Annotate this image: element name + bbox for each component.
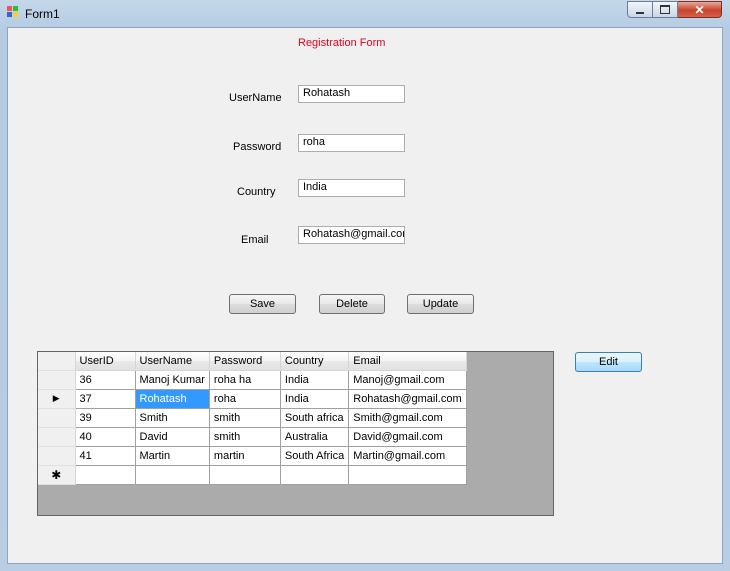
cell-country[interactable]: India bbox=[280, 370, 350, 390]
cell-email-new[interactable] bbox=[348, 465, 467, 485]
cell-userid[interactable]: 40 bbox=[75, 427, 136, 447]
cell-password[interactable]: smith bbox=[209, 408, 281, 428]
cell-userid[interactable]: 41 bbox=[75, 446, 136, 466]
cell-username[interactable]: Smith bbox=[135, 408, 210, 428]
application-window: Form1 ✕ Registration Form UserName Rohat… bbox=[0, 0, 730, 571]
cell-email[interactable]: Rohatash@gmail.com bbox=[348, 389, 467, 409]
country-label: Country bbox=[237, 186, 276, 198]
new-row-asterisk-icon: ✱ bbox=[51, 467, 62, 482]
cell-userid[interactable]: 39 bbox=[75, 408, 136, 428]
cell-email[interactable]: Smith@gmail.com bbox=[348, 408, 467, 428]
cell-country[interactable]: Australia bbox=[280, 427, 350, 447]
column-header-username[interactable]: UserName bbox=[135, 352, 210, 371]
row-header[interactable]: ▶ bbox=[38, 389, 76, 409]
app-icon[interactable] bbox=[7, 6, 19, 18]
row-header-corner[interactable] bbox=[38, 352, 76, 371]
table-row[interactable]: 39 Smith smith South africa Smith@gmail.… bbox=[38, 408, 467, 428]
save-button[interactable]: Save bbox=[229, 294, 296, 314]
password-field[interactable]: roha bbox=[298, 134, 405, 152]
maximize-icon bbox=[660, 5, 670, 14]
table-row[interactable]: 36 Manoj Kumar roha ha India Manoj@gmail… bbox=[38, 370, 467, 390]
cell-username[interactable]: David bbox=[135, 427, 210, 447]
window-controls: ✕ bbox=[627, 1, 722, 19]
cell-password[interactable]: martin bbox=[209, 446, 281, 466]
maximize-button[interactable] bbox=[653, 1, 678, 18]
row-header[interactable] bbox=[38, 408, 76, 428]
cell-country[interactable]: South africa bbox=[280, 408, 350, 428]
row-header[interactable] bbox=[38, 427, 76, 447]
delete-button[interactable]: Delete bbox=[319, 294, 385, 314]
cell-country[interactable]: South Africa bbox=[280, 446, 350, 466]
window-title: Form1 bbox=[25, 7, 60, 21]
row-header[interactable]: ✱ bbox=[38, 465, 76, 485]
cell-password[interactable]: smith bbox=[209, 427, 281, 447]
cell-username-selected[interactable]: Rohatash bbox=[135, 389, 210, 409]
close-icon: ✕ bbox=[694, 2, 705, 17]
cell-email[interactable]: Manoj@gmail.com bbox=[348, 370, 467, 390]
username-label: UserName bbox=[229, 92, 282, 104]
cell-userid[interactable]: 36 bbox=[75, 370, 136, 390]
password-label: Password bbox=[233, 141, 282, 153]
current-row-arrow-icon: ▶ bbox=[52, 393, 60, 403]
cell-email[interactable]: Martin@gmail.com bbox=[348, 446, 467, 466]
row-header[interactable] bbox=[38, 446, 76, 466]
cell-password-new[interactable] bbox=[209, 465, 281, 485]
table-row[interactable]: ▶ 37 Rohatash roha India Rohatash@gmail.… bbox=[38, 389, 467, 409]
cell-country-new[interactable] bbox=[280, 465, 350, 485]
row-header[interactable] bbox=[38, 370, 76, 390]
column-header-userid[interactable]: UserID bbox=[75, 352, 136, 371]
cell-password[interactable]: roha ha bbox=[209, 370, 281, 390]
title-bar[interactable]: Form1 ✕ bbox=[0, 0, 730, 27]
close-button[interactable]: ✕ bbox=[678, 1, 722, 18]
table-row[interactable]: 40 David smith Australia David@gmail.com bbox=[38, 427, 467, 447]
email-field[interactable]: Rohatash@gmail.com bbox=[298, 226, 405, 244]
username-field[interactable]: Rohatash bbox=[298, 85, 405, 103]
minimize-icon bbox=[636, 11, 644, 14]
cell-password[interactable]: roha bbox=[209, 389, 281, 409]
update-button[interactable]: Update bbox=[407, 294, 474, 314]
column-header-country[interactable]: Country bbox=[280, 352, 350, 371]
table-row[interactable]: 41 Martin martin South Africa Martin@gma… bbox=[38, 446, 467, 466]
cell-country[interactable]: India bbox=[280, 389, 350, 409]
grid-header-row: UserID UserName Password Country Email bbox=[38, 352, 467, 371]
minimize-button[interactable] bbox=[627, 1, 653, 18]
column-header-password[interactable]: Password bbox=[209, 352, 281, 371]
new-row[interactable]: ✱ bbox=[38, 465, 467, 485]
cell-username[interactable]: Martin bbox=[135, 446, 210, 466]
users-table: UserID UserName Password Country Email 3… bbox=[38, 352, 467, 485]
email-label: Email bbox=[241, 234, 269, 246]
users-data-grid[interactable]: UserID UserName Password Country Email 3… bbox=[37, 351, 554, 516]
country-field[interactable]: India bbox=[298, 179, 405, 197]
cell-username-new[interactable] bbox=[135, 465, 210, 485]
form-heading: Registration Form bbox=[298, 37, 386, 49]
edit-button[interactable]: Edit bbox=[575, 352, 642, 372]
column-header-email[interactable]: Email bbox=[348, 352, 467, 371]
cell-username[interactable]: Manoj Kumar bbox=[135, 370, 210, 390]
form-client-area: Registration Form UserName Rohatash Pass… bbox=[7, 27, 723, 564]
cell-email[interactable]: David@gmail.com bbox=[348, 427, 467, 447]
cell-userid[interactable]: 37 bbox=[75, 389, 136, 409]
cell-userid-new[interactable] bbox=[75, 465, 136, 485]
